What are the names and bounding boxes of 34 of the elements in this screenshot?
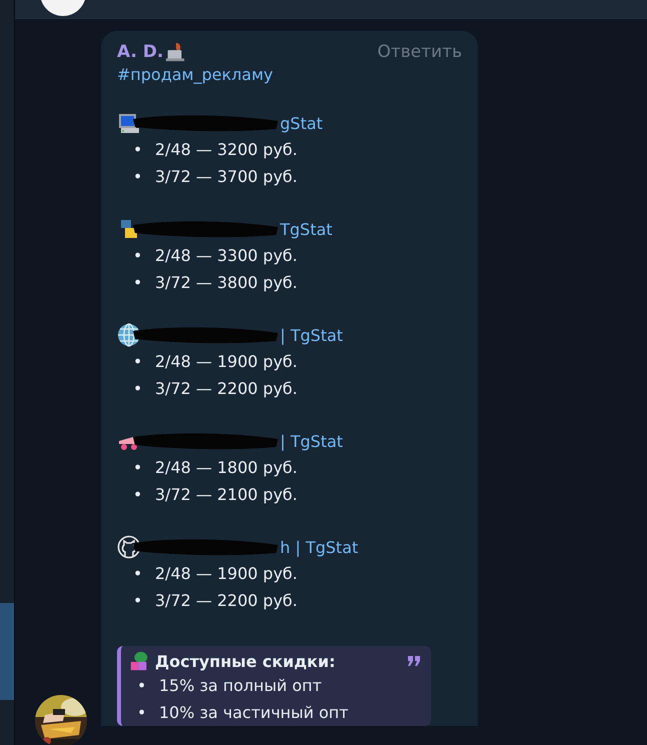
- price-item: 3/72 — 2200 руб.: [155, 378, 298, 400]
- bullet: •: [137, 674, 148, 696]
- price-item: 3/72 — 2100 руб.: [155, 484, 298, 506]
- author-name[interactable]: A. D.: [117, 42, 164, 62]
- bullet: •: [133, 166, 144, 188]
- bullet: •: [133, 456, 144, 478]
- bullet: •: [133, 350, 144, 372]
- bullet: •: [133, 562, 144, 584]
- hashtag-link[interactable]: #продам_рекламу: [117, 65, 462, 84]
- price-item: 3/72 — 3800 руб.: [155, 272, 298, 294]
- price-item: 2/48 — 1900 руб.: [155, 350, 298, 372]
- quote-icon: [407, 655, 421, 667]
- bullet: •: [133, 272, 144, 294]
- price-item: 2/48 — 3300 руб.: [155, 244, 298, 266]
- channel-link[interactable]: | TgStat: [280, 432, 343, 450]
- discount-item: 10% за частичный опт: [159, 702, 348, 724]
- price-item: 3/72 — 2200 руб.: [155, 590, 298, 612]
- cat-logo-icon: [117, 535, 141, 559]
- discount-item: 15% за полный опт: [159, 674, 322, 696]
- price-item: 3/72 — 3700 руб.: [155, 166, 298, 188]
- channel-link[interactable]: gStat: [280, 114, 323, 132]
- bullet: •: [133, 590, 144, 612]
- quote-title: Доступные скидки:: [155, 652, 336, 670]
- price-item: 2/48 — 1900 руб.: [155, 562, 298, 584]
- bullet: •: [133, 138, 144, 160]
- channel-link[interactable]: h | TgStat: [280, 538, 358, 556]
- channel-link[interactable]: TgStat: [280, 220, 332, 238]
- bullet: •: [133, 244, 144, 266]
- price-item: 2/48 — 3200 руб.: [155, 138, 298, 160]
- channel-link[interactable]: | TgStat: [280, 326, 343, 344]
- price-item: 2/48 — 1800 руб.: [155, 456, 298, 478]
- bullet: •: [137, 702, 148, 724]
- bullet: •: [133, 484, 144, 506]
- bullet: •: [133, 378, 144, 400]
